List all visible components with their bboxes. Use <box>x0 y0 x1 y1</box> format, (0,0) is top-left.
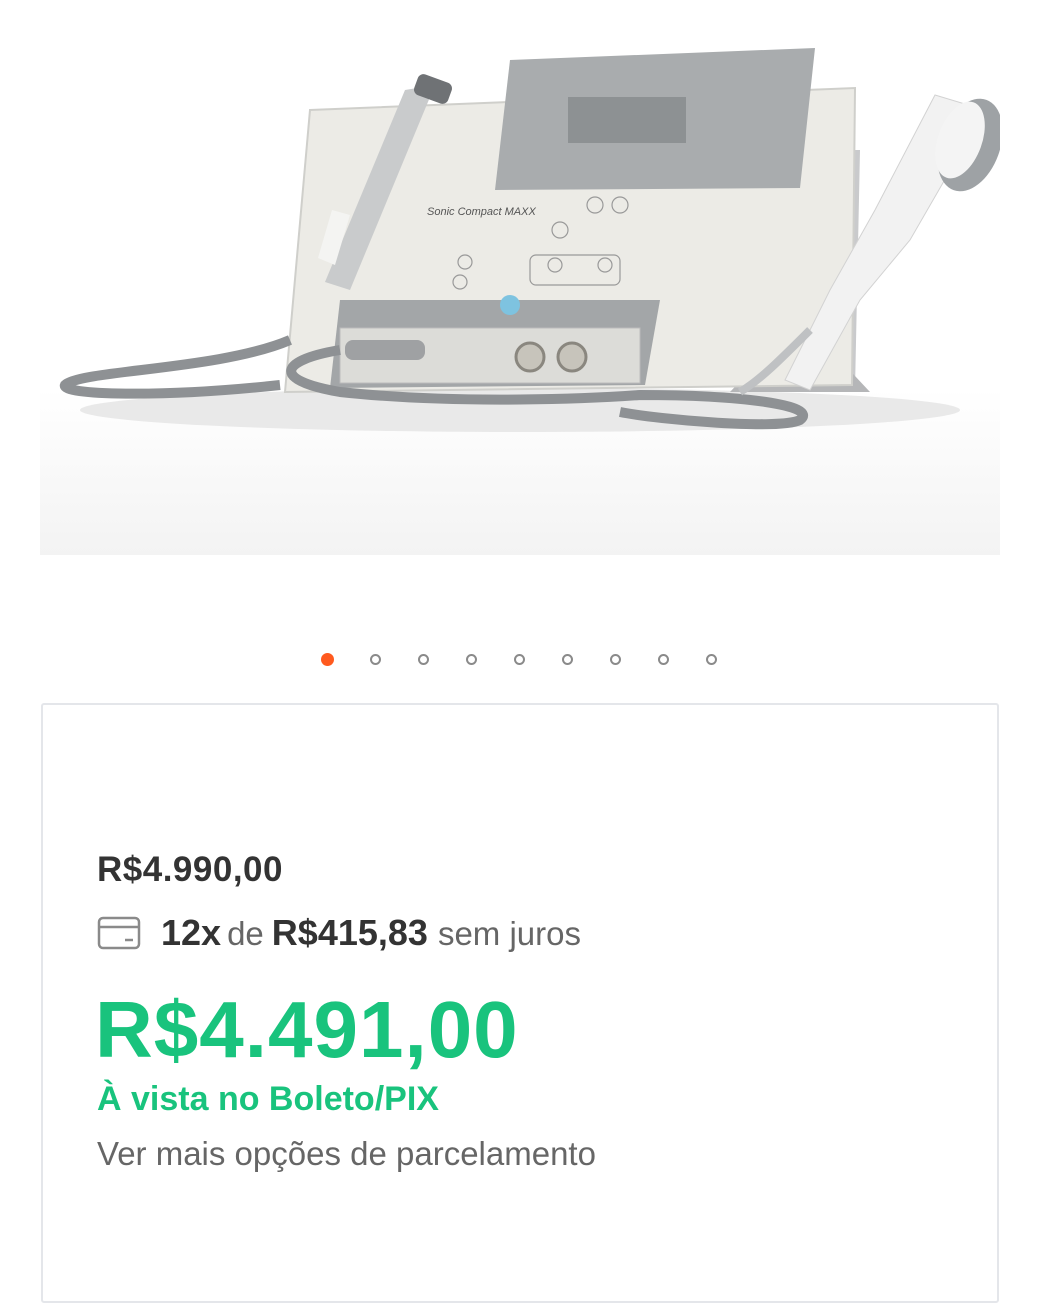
installments-text: 12x de R$415,83 sem juros <box>161 912 581 954</box>
interest-free-label: sem juros <box>437 915 581 952</box>
carousel-dot-5[interactable] <box>514 654 525 665</box>
carousel-dot-8[interactable] <box>658 654 669 665</box>
carousel-pagination <box>0 652 1041 672</box>
pix-price: R$4.491,00 <box>95 985 519 1074</box>
carousel-dot-2[interactable] <box>370 654 381 665</box>
credit-card-icon <box>97 916 141 950</box>
pix-label: À vista no Boleto/PIX <box>97 1080 439 1118</box>
svg-text:Sonic Compact MAXX: Sonic Compact MAXX <box>427 206 536 218</box>
carousel-dot-9[interactable] <box>706 654 717 665</box>
old-price: R$4.990,00 <box>97 850 283 889</box>
carousel-dot-4[interactable] <box>466 654 477 665</box>
carousel-dot-1[interactable] <box>321 653 334 666</box>
installments-count: 12x <box>161 912 222 953</box>
carousel-dot-7[interactable] <box>610 654 621 665</box>
carousel-dot-3[interactable] <box>418 654 429 665</box>
product-image-gallery[interactable]: Sonic Compact MAXX <box>40 0 1000 555</box>
installments-value: R$415,83 <box>271 912 428 953</box>
more-installment-options-link[interactable]: Ver mais opções de parcelamento <box>97 1135 596 1173</box>
carousel-dot-6[interactable] <box>562 654 573 665</box>
installments-row: 12x de R$415,83 sem juros <box>97 910 581 956</box>
product-image: Sonic Compact MAXX <box>60 48 1000 432</box>
installments-of: de <box>227 915 264 952</box>
